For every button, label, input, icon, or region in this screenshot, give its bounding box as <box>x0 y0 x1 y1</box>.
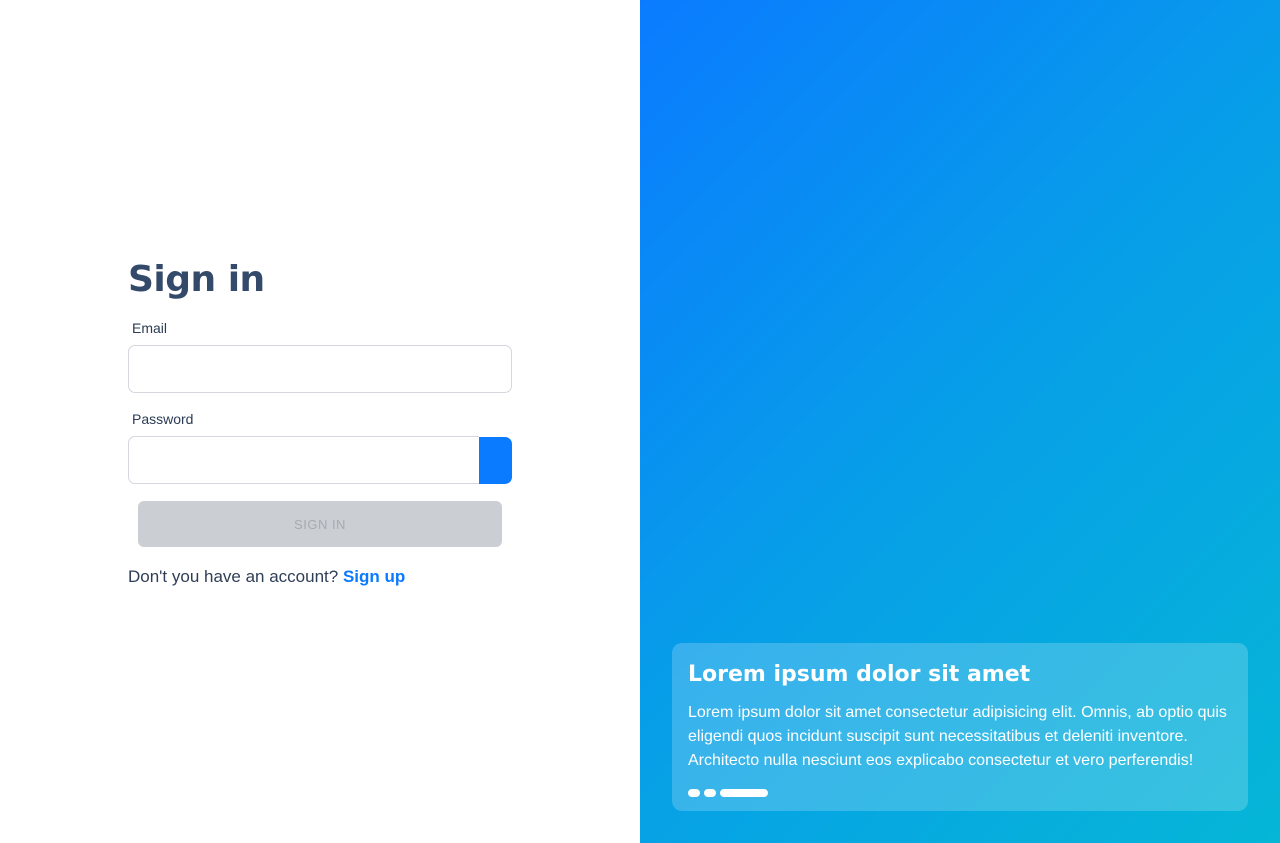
email-field[interactable] <box>128 345 512 393</box>
show-password-button[interactable] <box>479 436 512 484</box>
hero-card-title: Lorem ipsum dolor sit amet <box>688 662 1031 687</box>
hero-card: Lorem ipsum dolor sit amet Lorem ipsum d… <box>672 643 1248 811</box>
carousel-dot-3[interactable] <box>720 789 768 797</box>
sign-in-button[interactable]: SIGN IN <box>138 501 502 547</box>
password-field[interactable] <box>128 436 479 484</box>
carousel-dot-2[interactable] <box>704 789 716 797</box>
carousel-dot-1[interactable] <box>688 789 700 797</box>
hero-card-text: Lorem ipsum dolor sit amet consectetur a… <box>688 704 1227 769</box>
signup-prompt-line: Don't you have an account? Sign up <box>128 567 512 587</box>
signup-prompt: Don't you have an account? <box>128 567 343 586</box>
sign-in-panel: Sign in Email Password SIGN IN Don't you… <box>0 0 640 843</box>
password-row <box>128 436 512 484</box>
sign-up-link[interactable]: Sign up <box>343 567 405 586</box>
sign-in-form: Sign in Email Password SIGN IN Don't you… <box>128 258 512 587</box>
hero-panel: Lorem ipsum dolor sit amet Lorem ipsum d… <box>640 0 1280 843</box>
sign-in-page: Sign in Email Password SIGN IN Don't you… <box>0 0 1280 843</box>
email-label: Email <box>132 320 168 336</box>
carousel-indicators <box>688 789 1232 797</box>
page-title: Sign in <box>128 259 265 300</box>
password-label: Password <box>132 411 194 427</box>
